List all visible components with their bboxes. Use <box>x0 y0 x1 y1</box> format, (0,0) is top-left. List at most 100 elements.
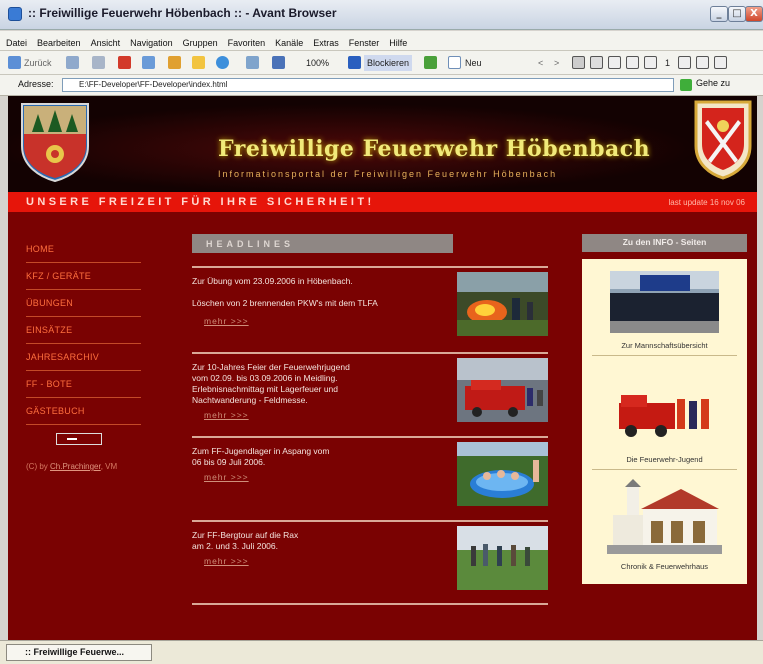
close-button[interactable]: X <box>745 6 763 22</box>
go-arrow-icon[interactable] <box>680 79 692 91</box>
tab-count: 1 <box>665 58 671 68</box>
youth-camp-pool-photo[interactable] <box>457 442 548 506</box>
menu-ansicht[interactable]: Ansicht <box>85 34 125 48</box>
news-text: Zum FF-Jugendlager in Aspang vom 06 bis … <box>192 446 447 468</box>
menu-favoriten[interactable]: Favoriten <box>222 34 270 48</box>
nav-kfz-geraete[interactable]: KFZ / GERÄTE <box>26 263 141 290</box>
youth-anniversary-photo[interactable] <box>457 358 548 422</box>
layout-icon-2[interactable] <box>590 56 603 69</box>
info-caption: Die Feuerwehr-Jugend <box>626 455 703 464</box>
youth-fire-truck-photo[interactable] <box>617 385 712 451</box>
go-button[interactable]: Gehe zu <box>696 78 730 88</box>
filter-icon[interactable] <box>424 56 437 69</box>
more-link[interactable]: mehr >>> <box>204 316 249 326</box>
back-icon[interactable] <box>8 56 21 69</box>
crew-group-photo[interactable] <box>610 271 719 333</box>
last-update: last update 16 nov 06 <box>668 198 745 207</box>
window-icon-1[interactable] <box>678 56 691 69</box>
menu-extras[interactable]: Extras <box>307 34 343 48</box>
minimize-button[interactable]: _ <box>710 6 728 22</box>
menu-hilfe[interactable]: Hilfe <box>383 34 411 48</box>
prev-tab-icon[interactable]: < <box>538 55 543 71</box>
menu-gruppen[interactable]: Gruppen <box>177 34 222 48</box>
news-line: am 2. und 3. Juli 2006. <box>192 541 279 551</box>
toolbar: Zurück 100% Blockieren Neu < > 1 <box>0 51 763 75</box>
menu-fenster[interactable]: Fenster <box>343 34 384 48</box>
layout-icon-1[interactable] <box>572 56 585 69</box>
more-link[interactable]: mehr >>> <box>204 410 249 420</box>
news-line: vom 02.09. bis 03.09.2006 in Meidling. <box>192 373 338 383</box>
layout-icon-4[interactable] <box>626 56 639 69</box>
nav-einsaetze[interactable]: EINSÄTZE <box>26 317 141 344</box>
main-nav: HOME KFZ / GERÄTE ÜBUNGEN EINSÄTZE JAHRE… <box>26 236 141 425</box>
new-button[interactable]: Neu <box>465 55 482 71</box>
nav-gaestebuch[interactable]: GÄSTEBUCH <box>26 398 141 425</box>
stop-icon[interactable] <box>118 56 131 69</box>
taskbar-window-button[interactable]: :: Freiwillige Feuerwe... <box>6 644 152 661</box>
window-icon-3[interactable] <box>714 56 727 69</box>
history-icon[interactable] <box>216 56 229 69</box>
mountain-tour-photo[interactable] <box>457 526 548 590</box>
site-title: Freiwillige Feuerwehr Höbenbach <box>218 136 651 162</box>
fire-brigade-emblem-icon <box>694 100 752 180</box>
fire-station-house-photo[interactable] <box>607 479 722 554</box>
refresh-icon[interactable] <box>142 56 155 69</box>
menu-datei[interactable]: Datei <box>0 34 31 48</box>
address-label: Adresse: <box>18 79 54 89</box>
layout-icon-3[interactable] <box>608 56 621 69</box>
credit-suffix: , VM <box>100 462 118 471</box>
window-title: :: Freiwillige Feuerwehr Höbenbach :: - … <box>28 6 337 20</box>
info-pages-header: Zu den INFO - Seiten <box>582 234 747 252</box>
nav-uebungen[interactable]: ÜBUNGEN <box>26 290 141 317</box>
slogan-bar: UNSERE FREIZEIT FÜR IHRE SICHERHEIT! las… <box>8 192 757 212</box>
nav-jahresarchiv[interactable]: JAHRESARCHIV <box>26 344 141 371</box>
print-icon[interactable] <box>246 56 259 69</box>
address-bar: Adresse: E:\FF-Developer\FF-Developer\in… <box>0 75 763 96</box>
back-button-label[interactable]: Zurück <box>24 55 52 71</box>
news-line: Zur FF-Bergtour auf die Rax <box>192 530 299 540</box>
news-line: Löschen von 2 brennenden PKW's mit dem T… <box>192 298 378 308</box>
maximize-button[interactable]: □ <box>728 6 746 22</box>
zoom-level[interactable]: 100% <box>306 55 329 71</box>
small-input-box[interactable] <box>56 433 102 445</box>
news-line: Zur Übung vom 23.09.2006 in Höbenbach. <box>192 276 353 286</box>
menu-navigation[interactable]: Navigation <box>124 34 177 48</box>
favorites-star-icon[interactable] <box>192 56 205 69</box>
info-caption: Chronik & Feuerwehrhaus <box>620 562 709 571</box>
browser-window: :: Freiwillige Feuerwehr Höbenbach :: - … <box>0 0 763 664</box>
forward-icon[interactable] <box>66 56 79 69</box>
exercise-fire-photo[interactable] <box>457 272 548 336</box>
news-line: 06 bis 09 Juli 2006. <box>192 457 266 467</box>
browser-app-icon <box>8 7 22 21</box>
menu-bearbeiten[interactable]: Bearbeiten <box>31 34 85 48</box>
close-tab-icon[interactable] <box>644 56 657 69</box>
more-link[interactable]: mehr >>> <box>204 556 249 566</box>
news-text: Zur FF-Bergtour auf die Rax am 2. und 3.… <box>192 530 447 552</box>
news-line: Zur 10-Jahres Feier der Feuerwehrjugend <box>192 362 350 372</box>
home-icon[interactable] <box>168 56 181 69</box>
nav-ff-bote[interactable]: FF - BOTE <box>26 371 141 398</box>
new-window-icon[interactable] <box>448 56 461 69</box>
news-line: Zum FF-Jugendlager in Aspang vom <box>192 446 330 456</box>
news-line: Erlebnisnachmittag mit Lagerfeuer und <box>192 384 338 394</box>
credit-author-link[interactable]: Ch.Prachinger <box>50 462 101 471</box>
news-text: Zur 10-Jahres Feier der Feuerwehrjugend … <box>192 362 447 406</box>
more-link[interactable]: mehr >>> <box>204 472 249 482</box>
info-panel: Zur Mannschaftsübersicht Die Feuerwehr-J… <box>582 259 747 584</box>
window-icon-2[interactable] <box>696 56 709 69</box>
municipal-crest-icon <box>21 103 89 182</box>
popup-block-icon[interactable] <box>348 56 361 69</box>
news-line <box>192 287 447 298</box>
site-subtitle: Informationsportal der Freiwilligen Feue… <box>218 169 558 179</box>
nav-home[interactable]: HOME <box>26 236 141 263</box>
address-input[interactable]: E:\FF-Developer\FF-Developer\index.html <box>62 78 674 92</box>
next-tab-icon[interactable]: > <box>554 55 559 71</box>
web-page: Freiwillige Feuerwehr Höbenbach Informat… <box>8 96 757 640</box>
block-button[interactable]: Blockieren <box>364 55 413 71</box>
stop-prev-icon[interactable] <box>92 56 105 69</box>
status-bar: :: Freiwillige Feuerwe... <box>0 640 763 664</box>
menu-bar: Datei Bearbeiten Ansicht Navigation Gruppen F… <box>0 31 763 51</box>
menu-kanaele[interactable]: Kanäle <box>269 34 307 48</box>
page-icon[interactable] <box>272 56 285 69</box>
credit-prefix: (C) by <box>26 462 48 471</box>
